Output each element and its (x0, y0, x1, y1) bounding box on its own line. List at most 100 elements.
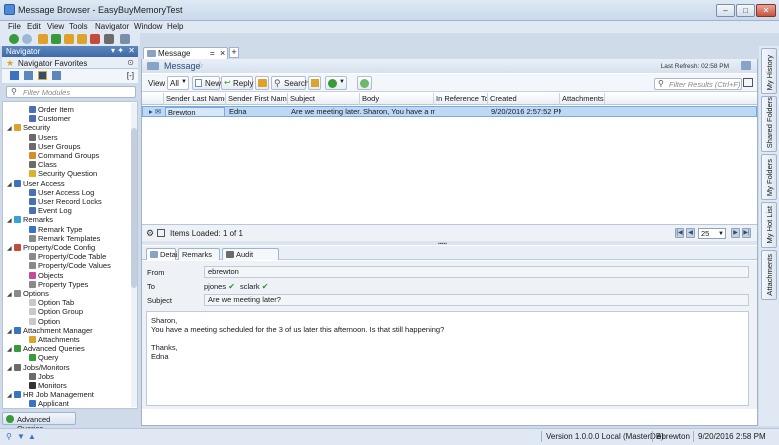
scrollbar-thumb[interactable] (131, 128, 137, 288)
cell-ref[interactable] (435, 107, 489, 117)
last-page-button[interactable]: ▶| (742, 228, 751, 238)
tree-item[interactable]: Customer (29, 114, 71, 123)
tab-pin-icon[interactable]: = (210, 49, 215, 58)
tab-my-hot-list[interactable]: My Hot List (761, 202, 777, 248)
down-arrow-icon[interactable]: ▼ (17, 432, 25, 441)
minimize-button[interactable]: – (716, 4, 735, 17)
to-recipient[interactable]: pjones ✔ (204, 282, 235, 291)
menu-navigator[interactable]: Navigator (95, 22, 129, 31)
menu-window[interactable]: Window (134, 22, 162, 31)
expand-toggle-icon[interactable]: ◢ (7, 125, 14, 132)
expand-toggle-icon[interactable]: ◢ (7, 245, 14, 252)
expand-toggle-icon[interactable]: ◢ (7, 291, 14, 298)
navigator-favorites[interactable]: ★ Navigator Favorites ⊙ (2, 57, 138, 69)
export-button[interactable] (357, 76, 372, 90)
column-header-body[interactable]: Body (360, 93, 434, 105)
tree-item[interactable]: Property Types (29, 280, 88, 289)
collapse-all-button[interactable]: [-] (127, 71, 134, 80)
tree-item[interactable]: Order Item (29, 105, 74, 114)
tree-item[interactable]: Property/Code Values (29, 261, 111, 270)
refresh-icon[interactable] (51, 34, 61, 44)
navigator-scrollbar[interactable] (131, 103, 137, 407)
next-page-button[interactable]: ▶ (731, 228, 740, 238)
new-button[interactable]: New (192, 76, 221, 90)
tree-group[interactable]: ◢ HR Job Management (7, 390, 94, 399)
tree-group[interactable]: ◢ Remarks (7, 215, 53, 224)
tree-group[interactable]: ◢ Attachment Manager (7, 326, 93, 335)
reply-button[interactable]: ↩ Reply (221, 76, 253, 90)
cell-created[interactable]: 9/20/2016 2:57:52 PM (489, 107, 561, 117)
tab-attachments[interactable]: Attachments (761, 250, 777, 300)
column-header-attachments[interactable]: Attachments (560, 93, 605, 105)
message-body[interactable]: Sharon, You have a meeting scheduled for… (146, 311, 749, 406)
tree-item[interactable]: User Access Log (29, 188, 94, 197)
tab-message[interactable]: Message = × (143, 47, 228, 59)
filter-results-input[interactable]: ⚲ Filter Results (Ctrl+F) (654, 78, 742, 90)
tree-item[interactable]: Option (29, 317, 60, 326)
refresh-options-button[interactable]: ▼ (325, 76, 347, 90)
grid-options-icon[interactable] (157, 229, 165, 237)
tree-group[interactable]: ◢ Advanced Queries (7, 344, 85, 353)
zoom-icon[interactable]: ⚲ (6, 432, 12, 441)
tree-item[interactable]: Option Tab (29, 298, 74, 307)
to-recipient[interactable]: sclark ✔ (240, 282, 268, 291)
column-header-in-reference-to[interactable]: In Reference To (434, 93, 488, 105)
tab-close-icon[interactable]: × (220, 48, 225, 58)
maximize-button[interactable]: □ (736, 4, 755, 17)
gear-icon[interactable]: ⚙ (146, 228, 154, 239)
menu-view[interactable]: View (47, 22, 64, 31)
cell-attachments[interactable] (561, 107, 606, 117)
tab-my-history[interactable]: My History (761, 48, 777, 94)
tab-remarks[interactable]: Remarks (0) (178, 248, 220, 270)
favorites-expand-icon[interactable]: ⊙ (127, 58, 134, 67)
tree-item[interactable]: Event Log (29, 206, 72, 215)
table-row[interactable]: ▸ ✉ Brewton Edna Are we meeting later...… (142, 106, 757, 117)
navigator-pin-icon[interactable]: ▾ ✦ (111, 46, 124, 55)
page-size-select[interactable]: 25 ▼ (698, 228, 726, 239)
refresh-icon[interactable] (741, 61, 751, 70)
cell-sender-last[interactable]: Brewton (165, 107, 225, 117)
tree-item[interactable]: Security Question (29, 169, 97, 178)
up-arrow-icon[interactable]: ▲ (28, 432, 36, 441)
cell-sender-first[interactable]: Edna (227, 107, 289, 117)
advanced-queries-button[interactable]: Advanced Queries (2, 412, 76, 433)
open-folder-button[interactable] (255, 76, 269, 90)
subject-field[interactable]: Are we meeting later? (204, 294, 749, 306)
tree-item[interactable]: Class (29, 160, 57, 169)
tree-item[interactable]: Objects (29, 271, 63, 280)
tree-item[interactable]: Attachments (29, 335, 80, 344)
menu-edit[interactable]: Edit (27, 22, 41, 31)
open-folder-icon[interactable] (64, 34, 74, 44)
expand-toggle-icon[interactable]: ◢ (7, 392, 14, 399)
tree-group[interactable]: ◢ User Access (7, 179, 65, 188)
cell-subject[interactable]: Are we meeting later... (289, 107, 361, 117)
back-icon[interactable] (9, 34, 19, 44)
tab-shared-folders[interactable]: Shared Folders (761, 96, 777, 152)
tree-item[interactable]: Monitors (29, 381, 67, 390)
favorite-star-icon[interactable]: ☆ (196, 60, 204, 71)
expand-toggle-icon[interactable]: ◢ (7, 328, 14, 335)
tree-item[interactable]: Query (29, 353, 58, 362)
small-icons-view-icon[interactable] (24, 71, 33, 80)
details-view-icon[interactable] (52, 71, 61, 80)
print-icon[interactable] (104, 34, 114, 44)
navigator-close-icon[interactable]: ✕ (128, 46, 135, 55)
mail-icon[interactable] (77, 34, 87, 44)
tab-detail[interactable]: Detail (146, 248, 179, 260)
prev-page-button[interactable]: ◀ (686, 228, 695, 238)
forward-icon[interactable] (22, 34, 32, 44)
menu-tools[interactable]: Tools (69, 22, 88, 31)
tree-item[interactable]: Property/Code Table (29, 252, 106, 261)
alert-icon[interactable] (90, 34, 100, 44)
close-button[interactable]: ✕ (756, 4, 776, 17)
expand-toggle-icon[interactable]: ◢ (7, 181, 14, 188)
tree-item[interactable]: Jobs (29, 372, 54, 381)
navigator-search-input[interactable]: ⚲ Filter Modules (6, 86, 136, 98)
menu-help[interactable]: Help (167, 22, 183, 31)
search-button[interactable]: ⚲ Search (271, 76, 309, 90)
tree-group[interactable]: ◢ Options (7, 289, 49, 298)
layout-button[interactable] (308, 76, 321, 90)
tree-group[interactable]: ◢ Security (7, 123, 50, 132)
folder-icon[interactable] (38, 34, 48, 44)
tree-item[interactable]: Remark Templates (29, 234, 100, 243)
